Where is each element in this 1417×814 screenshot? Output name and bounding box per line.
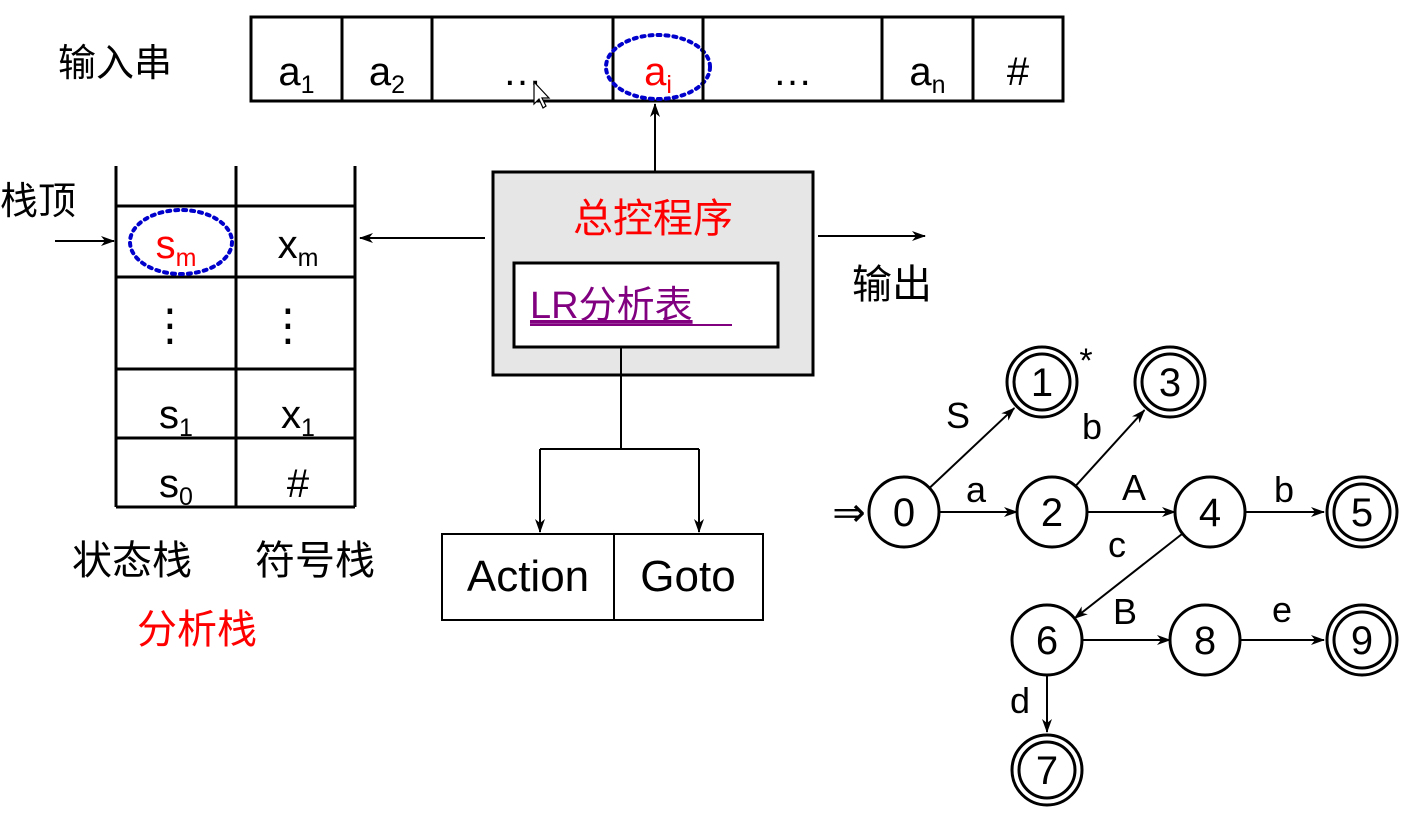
state-6-label: 6 — [1036, 619, 1058, 663]
analysis-stack-label: 分析栈 — [137, 607, 257, 653]
input-cell-0-base: a — [278, 50, 301, 94]
lr-table-link[interactable]: LR分析表 — [530, 285, 693, 327]
state-7-label: 7 — [1036, 749, 1058, 793]
controller-title: 总控程序 — [573, 196, 733, 242]
state-stack-row-3: s0 — [159, 462, 193, 511]
input-string-label: 输入串 — [58, 41, 172, 85]
transition-label-0-1: S — [946, 395, 970, 436]
input-cell-6: # — [1007, 50, 1030, 94]
transition-label-8-9: e — [1272, 589, 1292, 630]
state-1-mark: * — [1079, 342, 1092, 380]
symbol-stack-row-1-base: ⋮ — [266, 301, 310, 350]
input-cell-3-subscript: i — [666, 71, 672, 99]
start-state-marker: ⇒ — [832, 491, 866, 535]
state-stack-row-0-subscript: m — [176, 244, 197, 272]
transition-label-4-6: c — [1108, 524, 1126, 565]
input-cell-1-base: a — [369, 50, 392, 94]
analysis-stack: sm⋮s1s0xm⋮x1# — [114, 166, 357, 511]
goto-label: Goto — [640, 552, 735, 601]
state-3-label: 3 — [1159, 361, 1181, 405]
input-string-tape: a1 a2… ai… an # — [249, 15, 1065, 103]
input-cell-3-base: a — [644, 50, 667, 94]
state-0-label: 0 — [893, 491, 915, 535]
state-stack-row-1: ⋮ — [148, 301, 192, 350]
state-stack-label: 状态栈 — [72, 538, 192, 584]
output-label: 输出 — [852, 262, 932, 308]
state-stack-row-2-subscript: 1 — [179, 414, 193, 442]
transition-label-2-3: b — [1082, 406, 1102, 447]
state-4-label: 4 — [1199, 491, 1221, 535]
transition-label-4-5: b — [1274, 469, 1294, 510]
input-cell-1-subscript: 2 — [391, 71, 405, 99]
state-stack-row-2: s1 — [159, 393, 193, 442]
state-stack-row-2-base: s — [159, 393, 179, 437]
symbol-stack-row-3: # — [287, 462, 310, 506]
state-2-label: 2 — [1041, 491, 1063, 535]
state-5-label: 5 — [1351, 491, 1373, 535]
input-cell-4-base: … — [773, 50, 813, 94]
symbol-stack-row-2: x1 — [281, 393, 315, 442]
state-8-label: 8 — [1194, 619, 1216, 663]
symbol-stack-label: 符号栈 — [255, 538, 375, 584]
symbol-stack-row-0: xm — [278, 223, 319, 272]
transition-label-6-8: B — [1113, 591, 1137, 632]
input-cell-5-base: a — [909, 50, 932, 94]
action-label: Action — [467, 552, 589, 601]
stack-top-label: 栈顶 — [0, 179, 76, 223]
symbol-stack-row-0-base: x — [278, 223, 298, 267]
state-stack-row-0: sm — [156, 223, 197, 272]
state-1-label: 1 — [1031, 361, 1053, 405]
symbol-stack-row-2-subscript: 1 — [301, 414, 315, 442]
symbol-stack-row-0-subscript: m — [298, 244, 319, 272]
state-stack-row-0-base: s — [156, 223, 176, 267]
symbol-stack-row-3-base: # — [287, 462, 310, 506]
transition-label-0-2: a — [966, 469, 987, 510]
transition-label-2-4: A — [1122, 467, 1146, 508]
symbol-stack-row-2-base: x — [281, 393, 301, 437]
lr-parser-diagram: 输入串 a1 a2… ai… an # 栈顶 sm⋮s1s0xm⋮x1# 状态栈 符号栈… — [0, 15, 1399, 807]
state-stack-row-1-base: ⋮ — [148, 301, 192, 350]
input-cell-0-subscript: 1 — [301, 71, 315, 99]
state-stack-row-3-subscript: 0 — [179, 483, 193, 511]
input-cell-6-base: # — [1007, 50, 1030, 94]
state-9-label: 9 — [1351, 619, 1373, 663]
lr-automaton: SabA bcB ed01 *234 5678 9⇒ — [832, 342, 1399, 807]
input-cell-5-subscript: n — [932, 71, 946, 99]
input-cell-4: … — [773, 50, 813, 94]
symbol-stack-row-1: ⋮ — [266, 301, 310, 350]
transition-label-6-7: d — [1010, 680, 1030, 721]
state-stack-row-3-base: s — [159, 462, 179, 506]
